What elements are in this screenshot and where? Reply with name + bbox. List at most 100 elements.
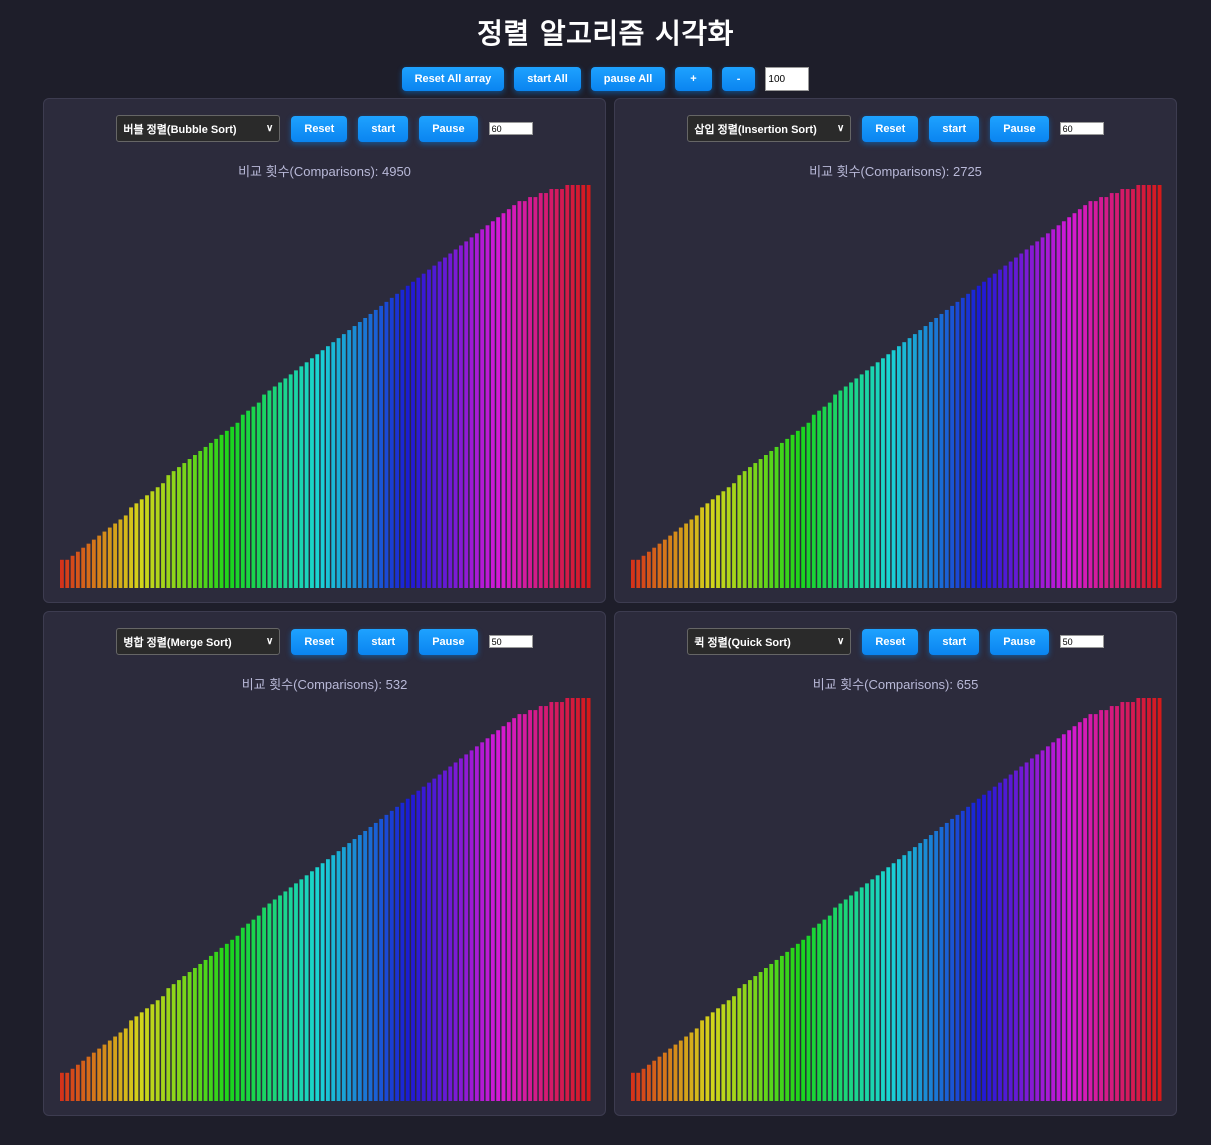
array-bar <box>411 281 415 588</box>
reset-button[interactable]: Reset <box>291 628 348 655</box>
increase-size-button[interactable]: + <box>675 67 712 91</box>
reset-button[interactable]: Reset <box>862 628 919 655</box>
array-bar <box>1141 698 1146 1101</box>
array-bar <box>1061 221 1066 588</box>
array-bar <box>721 1004 726 1101</box>
chevron-down-icon: ∨ <box>266 636 274 647</box>
decrease-size-button[interactable]: - <box>721 67 756 91</box>
pause-button[interactable]: Pause <box>990 628 1049 655</box>
array-bar <box>432 265 437 588</box>
array-bar <box>700 507 704 588</box>
array-bar <box>641 555 646 588</box>
array-size-input[interactable] <box>765 67 810 91</box>
array-bar <box>976 285 981 588</box>
array-bar <box>833 394 837 588</box>
algorithm-select-value: 퀵 정렬(Quick Sort) <box>694 636 791 649</box>
speed-input[interactable] <box>1059 635 1104 648</box>
array-bar <box>934 830 939 1101</box>
pause-all-button[interactable]: pause All <box>590 67 666 91</box>
array-bar <box>81 1060 86 1101</box>
array-bar <box>256 915 261 1101</box>
array-bar <box>774 446 779 588</box>
array-bar <box>214 951 219 1101</box>
reset-button[interactable]: Reset <box>862 115 919 142</box>
array-bar <box>928 322 933 588</box>
array-bar <box>416 790 421 1101</box>
array-bar <box>384 301 389 588</box>
array-bar <box>710 499 715 588</box>
array-bar <box>198 963 203 1101</box>
bar-chart-svg <box>60 185 591 588</box>
array-bar <box>1040 237 1045 588</box>
speed-input[interactable] <box>488 122 533 135</box>
array-bar <box>982 281 986 588</box>
array-bar <box>646 1064 651 1101</box>
algorithm-select[interactable]: 삽입 정렬(Insertion Sort) ∨ <box>687 115 852 142</box>
speed-input[interactable] <box>488 635 533 648</box>
array-bar <box>631 1072 635 1101</box>
panel-controls: 버블 정렬(Bubble Sort) ∨ Reset start Pause <box>44 115 605 142</box>
array-bar <box>544 193 548 588</box>
array-bar <box>652 1060 657 1101</box>
array-bar <box>400 289 405 588</box>
array-bar <box>689 519 694 588</box>
array-bar <box>528 710 532 1101</box>
pause-button[interactable]: Pause <box>419 628 478 655</box>
algorithm-select[interactable]: 병합 정렬(Merge Sort) ∨ <box>116 628 281 655</box>
array-bar <box>576 185 580 588</box>
reset-button[interactable]: Reset <box>291 115 348 142</box>
array-bar <box>939 313 944 588</box>
array-bar <box>907 338 912 588</box>
algorithm-select[interactable]: 버블 정렬(Bubble Sort) ∨ <box>116 115 281 142</box>
start-button[interactable]: start <box>929 628 980 655</box>
array-bar <box>769 963 774 1101</box>
array-bar <box>652 547 657 588</box>
array-bar <box>865 883 869 1101</box>
start-all-button[interactable]: start All <box>514 67 581 91</box>
array-bar <box>870 879 875 1101</box>
array-bar <box>134 1016 139 1101</box>
array-bar <box>336 851 341 1101</box>
array-bar <box>854 891 859 1101</box>
array-bar <box>97 535 102 588</box>
array-bar <box>182 463 187 588</box>
array-bar <box>742 471 747 588</box>
array-bar <box>485 738 490 1101</box>
pause-button[interactable]: Pause <box>419 115 478 142</box>
array-bar <box>427 269 431 588</box>
algorithm-select[interactable]: 퀵 정렬(Quick Sort) ∨ <box>687 628 852 655</box>
array-bar <box>998 269 1002 588</box>
array-bar <box>474 746 479 1101</box>
pause-button[interactable]: Pause <box>990 115 1049 142</box>
start-button[interactable]: start <box>929 115 980 142</box>
array-bar <box>187 459 192 588</box>
array-bar <box>662 1052 667 1101</box>
speed-input[interactable] <box>1059 122 1104 135</box>
array-bar <box>443 257 447 588</box>
array-bar <box>357 835 362 1101</box>
array-bar <box>1035 241 1040 588</box>
array-bar <box>827 402 832 588</box>
array-bar <box>1093 714 1098 1101</box>
array-bar <box>1088 201 1093 588</box>
start-button[interactable]: start <box>358 115 409 142</box>
array-bar <box>315 867 320 1101</box>
array-bar <box>923 839 928 1101</box>
array-bar <box>737 475 742 588</box>
array-bar <box>102 531 107 588</box>
array-bar <box>1120 189 1125 588</box>
array-bar <box>801 939 806 1101</box>
array-bar <box>512 205 517 588</box>
array-bar <box>60 559 64 588</box>
array-bar <box>326 346 330 588</box>
array-bar <box>1019 766 1024 1101</box>
array-bar <box>464 754 469 1101</box>
array-bar <box>875 875 880 1101</box>
array-bar <box>1019 253 1024 588</box>
panel-controls: 삽입 정렬(Insertion Sort) ∨ Reset start Paus… <box>615 115 1176 142</box>
reset-all-button[interactable]: Reset All array <box>401 67 505 91</box>
start-button[interactable]: start <box>358 628 409 655</box>
array-bar <box>758 972 763 1101</box>
algorithm-select-value: 삽입 정렬(Insertion Sort) <box>694 123 817 136</box>
array-bar <box>224 943 229 1101</box>
